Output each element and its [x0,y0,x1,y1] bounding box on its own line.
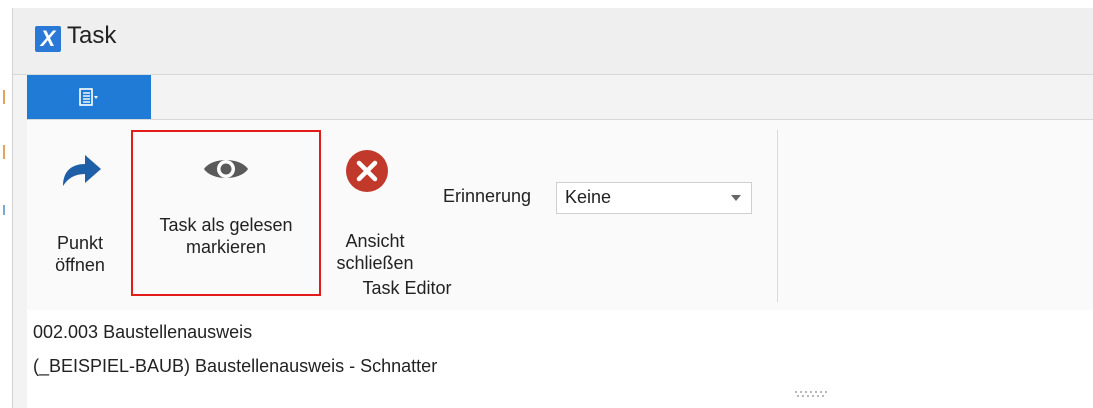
application-menu-button[interactable] [27,75,151,119]
mark-task-read-label: Task als gelesen markieren [133,214,319,258]
label-line: Punkt [56,233,104,253]
mark-task-read-button[interactable]: Task als gelesen markieren [131,130,321,296]
label-line: markieren [185,237,267,257]
open-point-label: Punkt öffnen [45,232,115,276]
task-window: X Task Punkt öffnen Task als gelesen mar… [12,8,1093,408]
ribbon-group-label: Task Editor [362,278,452,298]
splitter-grip-icon[interactable] [793,390,829,398]
app-icon: X [35,26,61,52]
title-bar: X Task [13,8,1093,75]
label-line: öffnen [55,255,105,275]
group-separator [777,130,778,302]
menu-strip [13,75,1093,119]
arrow-forward-icon [63,155,101,186]
close-circle-icon [346,150,388,192]
label-line: Task als gelesen [159,215,293,235]
reminder-label: Erinnerung [443,186,532,206]
edge-marker [3,90,5,104]
reminder-dropdown[interactable]: Keine [556,182,752,214]
task-content: 002.003 Baustellenausweis (_BEISPIEL-BAU… [27,310,1093,408]
eye-icon [204,160,248,178]
label-line: Ansicht [345,231,405,251]
task-number-title: 002.003 Baustellenausweis [33,322,253,342]
task-description: (_BEISPIEL-BAUB) Baustellenausweis - Sch… [33,356,438,376]
chevron-down-icon [731,195,741,201]
edge-marker [3,145,5,159]
close-view-label: Ansicht schließen [329,230,421,274]
label-line: schließen [336,253,414,273]
window-title: Task [67,22,117,49]
left-edge [0,0,8,408]
ribbon: Punkt öffnen Task als gelesen markieren [27,119,1093,312]
list-menu-icon [79,88,98,106]
edge-marker [3,205,5,215]
reminder-value: Keine [565,187,612,207]
